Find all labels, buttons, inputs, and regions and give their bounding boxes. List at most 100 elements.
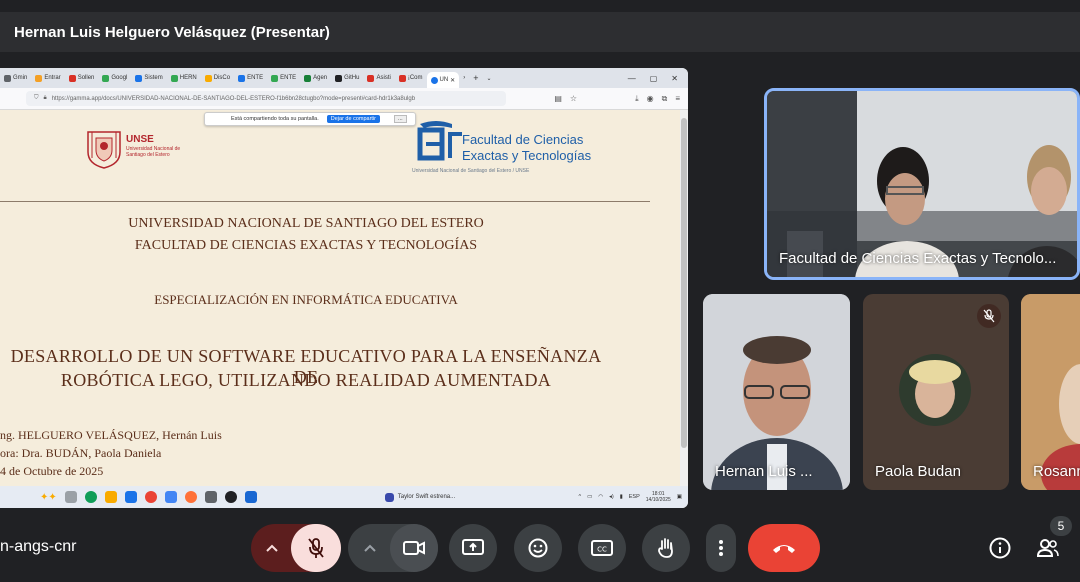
people-icon (1036, 539, 1059, 557)
edge-icon[interactable] (84, 491, 97, 503)
new-tab-icon[interactable]: + (469, 73, 482, 83)
volume-icon[interactable]: ◂) (609, 494, 614, 500)
browser-tab[interactable]: ¡Com (395, 68, 427, 88)
top-strip (0, 0, 1080, 12)
browser-tab[interactable]: Sistem (131, 68, 166, 88)
participant-name: Rosann (1033, 463, 1080, 480)
menu-icon[interactable]: ≡ (675, 94, 680, 104)
task-view-icon[interactable] (64, 491, 77, 503)
participant-tile-hernan[interactable]: Hernan Luis ... (703, 294, 850, 490)
tray-chevron-icon[interactable]: ^ (579, 494, 582, 500)
firefox-icon[interactable] (184, 491, 197, 503)
hide-notice-button[interactable]: ... (394, 115, 407, 123)
extensions-icon[interactable]: ⧉ (662, 94, 668, 104)
maximize-icon[interactable]: ▢ (650, 74, 658, 83)
app2-icon[interactable] (244, 491, 257, 503)
browser-tab[interactable]: Entrar (31, 68, 64, 88)
slide-director: ora: Dra. BUDÁN, Paola Daniela (0, 446, 162, 460)
app-icon[interactable] (204, 491, 217, 503)
tab-favicon-icon (35, 74, 43, 82)
chevron-up-icon (364, 544, 376, 552)
hangup-icon (773, 545, 795, 553)
fce-title-line1: Facultad de Ciencias (462, 132, 584, 147)
mic-off-icon (983, 309, 995, 323)
browser-tab[interactable]: ENTE (234, 68, 267, 88)
browser-tab[interactable]: Gmin (0, 68, 31, 88)
media-player-icon[interactable] (224, 491, 237, 503)
presenter-title-bar: Hernan Luis Helguero Velásquez (Presenta… (0, 12, 1080, 52)
slide-title-line2: ROBÓTICA LEGO, UTILIZANDO REALIDAD AUMEN… (60, 370, 552, 390)
file-explorer-icon[interactable] (104, 491, 117, 503)
meeting-details-button[interactable] (984, 532, 1016, 564)
browser-tab[interactable]: DisCo (201, 68, 234, 88)
captions-button[interactable]: CC (578, 524, 626, 572)
stop-sharing-button[interactable]: Dejar de compartir (326, 115, 381, 123)
tab-favicon-icon (367, 74, 375, 82)
participant-tile-rosann[interactable]: Rosann (1021, 294, 1080, 490)
raise-hand-button[interactable] (642, 524, 690, 572)
mic-toggle-button[interactable] (291, 524, 341, 572)
network-icon[interactable]: ◠ (598, 494, 603, 500)
tab-favicon-icon (271, 74, 279, 82)
fce-logo-icon (417, 121, 462, 161)
page-scrollbar[interactable] (680, 110, 688, 486)
more-options-button[interactable] (706, 524, 736, 572)
camera-toggle-button[interactable] (390, 524, 438, 572)
participant-count-badge: 5 (1050, 516, 1072, 536)
copilot-sparkle-icon[interactable]: ✦✦ (40, 492, 57, 503)
notifications-icon[interactable]: ▣ (677, 494, 682, 500)
bookmark-star-icon[interactable]: ☆ (570, 94, 577, 104)
tab-favicon-icon (102, 74, 110, 82)
browser-tab[interactable]: Agen (300, 68, 331, 88)
browser-tab[interactable]: Sollen (65, 68, 99, 88)
system-tray: ^ ▭ ◠ ◂) ▮ ESP 18:01 14/10/2025 ▣ (579, 491, 688, 503)
store-icon[interactable] (164, 491, 177, 503)
browser-url-bar: ⛉ 🔒︎ https://gamma.app/docs/UNIVERSIDAD-… (0, 88, 688, 110)
unse-subtitle: Universidad Nacional de Santiago del Est… (126, 146, 181, 158)
browser-tab[interactable]: ENTE (267, 68, 300, 88)
minimize-icon[interactable]: — (628, 74, 636, 83)
language-indicator[interactable]: ESP (629, 494, 640, 500)
unse-seal-icon (87, 131, 121, 169)
chrome-icon[interactable] (144, 491, 157, 503)
browser-tab[interactable]: Googl (98, 68, 131, 88)
participant-tile-room[interactable]: Facultad de Ciencias Exactas y Tecnolo..… (764, 88, 1080, 280)
participant-name: Hernan Luis ... (715, 463, 813, 480)
present-screen-button[interactable] (449, 524, 497, 572)
reactions-button[interactable] (514, 524, 562, 572)
windows-taskbar: ✦✦ Taylor Swift estrena... ^ ▭ ◠ ◂) ▮ ES… (0, 486, 688, 508)
chevron-up-icon (266, 544, 278, 552)
download-icon[interactable]: ⤓ (635, 94, 639, 104)
more-vert-icon (719, 540, 723, 556)
battery-icon[interactable]: ▮ (620, 494, 623, 500)
browser-tab[interactable]: Asisti (363, 68, 394, 88)
browser-tab[interactable]: HERN (167, 68, 201, 88)
account-icon[interactable]: ◉ (647, 94, 654, 104)
tab-list-icon[interactable]: ⌄ (482, 75, 495, 82)
tab-scroll-right-icon[interactable]: › (459, 75, 469, 81)
leave-call-button[interactable] (748, 524, 820, 572)
participant-tile-paola[interactable]: Paola Budan (863, 294, 1009, 490)
svg-text:CC: CC (597, 546, 607, 554)
people-button[interactable] (1032, 532, 1064, 564)
camera-icon (403, 541, 425, 555)
mic-options-button[interactable] (251, 524, 293, 572)
tab-favicon-icon (4, 74, 11, 82)
scroll-thumb[interactable] (681, 118, 687, 448)
participant-muted-badge (977, 304, 1001, 328)
browser-tab-active[interactable]: UN ✕ (426, 72, 460, 88)
url-field[interactable]: ⛉ 🔒︎ https://gamma.app/docs/UNIVERSIDAD-… (26, 91, 506, 106)
tab-favicon-icon (238, 74, 246, 82)
rosann-video-image (1021, 294, 1080, 490)
taskbar-news[interactable]: Taylor Swift estrena... (384, 492, 455, 502)
tray-app-icon[interactable]: ▭ (587, 494, 592, 500)
screen-share-notice: Está compartiendo toda su pantalla. Deja… (204, 112, 416, 126)
outlook-icon[interactable] (124, 491, 137, 503)
close-window-icon[interactable]: ✕ (671, 74, 678, 83)
tab-close-icon[interactable]: ✕ (450, 77, 455, 84)
browser-tab[interactable]: GitHu (331, 68, 363, 88)
camera-options-button[interactable] (348, 524, 392, 572)
reader-view-icon[interactable]: ▤ (554, 94, 562, 104)
news-icon (384, 492, 394, 502)
taskbar-clock[interactable]: 18:01 14/10/2025 (646, 491, 671, 503)
